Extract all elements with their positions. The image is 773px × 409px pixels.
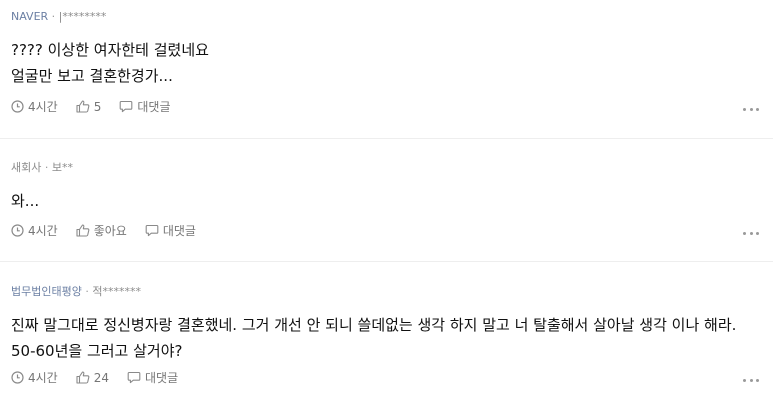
comment-meta: 법무법인태평양 · 적*******	[11, 262, 773, 299]
comment-time: 4시간	[11, 98, 58, 115]
more-button[interactable]	[743, 228, 759, 238]
comment-time-label: 4시간	[28, 224, 58, 238]
comment-source[interactable]: NAVER	[11, 10, 48, 23]
clock-icon	[11, 224, 24, 237]
comment-actions: 4시간 24 대댓글	[11, 369, 196, 386]
comment-meta: NAVER · |********	[11, 0, 773, 24]
thumbs-up-icon	[76, 224, 90, 237]
comment-source[interactable]: 법무법인태평양	[11, 285, 82, 298]
speech-bubble-icon	[145, 224, 159, 237]
like-count: 좋아요	[93, 224, 127, 238]
thumbs-up-icon	[76, 371, 90, 384]
reply-label: 대댓글	[145, 371, 179, 385]
comment-actions: 4시간 5 대댓글	[11, 98, 188, 115]
reply-label: 대댓글	[162, 224, 196, 238]
more-button[interactable]	[743, 104, 759, 114]
thumbs-up-icon	[76, 100, 90, 113]
comment-item: NAVER · |******** ???? 이상한 여자한테 걸렸네요 얼굴만…	[0, 0, 773, 139]
clock-icon	[11, 371, 24, 384]
comment-time: 4시간	[11, 222, 58, 239]
comment-meta: 새회사 · 보**	[11, 139, 773, 175]
meta-separator: ·	[85, 285, 89, 298]
comment-text: 진짜 말그대로 정신병자랑 결혼했네. 그거 개선 안 되니 쓸데없는 생각 하…	[11, 316, 737, 360]
more-dots-icon	[743, 107, 746, 111]
clock-icon	[11, 100, 24, 113]
like-count: 24	[93, 370, 109, 385]
comment-writer: 보**	[51, 161, 73, 174]
meta-separator: ·	[51, 10, 56, 23]
speech-bubble-icon	[120, 100, 133, 113]
comment-writer: 적*******	[92, 285, 141, 298]
comment-text: 와...	[11, 192, 40, 210]
comment-item: 새회사 · 보** 와... 4시간 좋아요 대댓글	[0, 139, 773, 262]
comment-actions: 4시간 좋아요 대댓글	[11, 222, 214, 239]
meta-separator: ·	[44, 161, 49, 174]
comment-writer: |********	[58, 10, 107, 23]
more-dots-icon	[743, 378, 746, 382]
comment-time-label: 4시간	[28, 371, 58, 385]
reply-button[interactable]: 대댓글	[145, 222, 196, 239]
like-button[interactable]: 5	[76, 99, 102, 114]
more-dots-icon	[743, 231, 746, 235]
like-button[interactable]: 24	[76, 371, 109, 385]
like-count: 5	[93, 99, 102, 114]
like-button[interactable]: 좋아요	[76, 222, 127, 239]
reply-button[interactable]: 대댓글	[127, 369, 178, 386]
comment-time: 4시간	[11, 369, 58, 386]
more-button[interactable]	[743, 375, 759, 385]
reply-button[interactable]: 대댓글	[119, 98, 170, 115]
comment-time-label: 4시간	[28, 100, 58, 114]
comment-text: ???? 이상한 여자한테 걸렸네요 얼굴만 보고 결혼한경가...	[11, 41, 209, 85]
comment-source[interactable]: 새회사	[11, 161, 41, 174]
speech-bubble-icon	[127, 371, 141, 384]
reply-label: 대댓글	[137, 100, 171, 114]
comment-item: 법무법인태평양 · 적******* 진짜 말그대로 정신병자랑 결혼했네. 그…	[0, 262, 773, 409]
